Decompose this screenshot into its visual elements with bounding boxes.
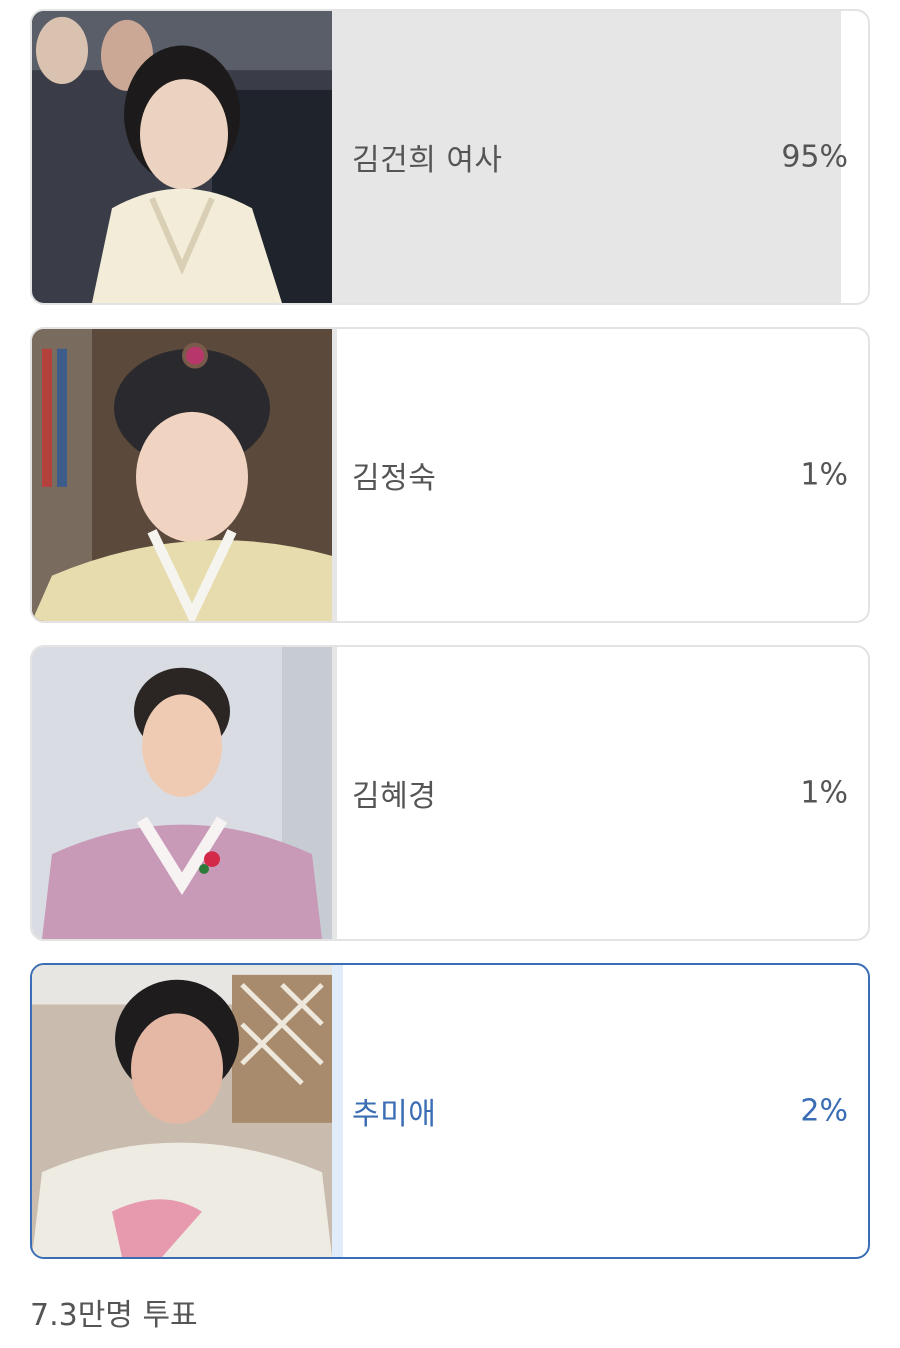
option-percent: 95% <box>781 139 848 175</box>
poll-option-2[interactable]: 김정숙 1% <box>30 327 870 623</box>
option-photo <box>32 11 332 303</box>
option-photo <box>32 965 332 1257</box>
option-label: 김건희 여사 <box>352 143 503 178</box>
option-label: 추미애 <box>352 1097 437 1132</box>
poll-option-3[interactable]: 김혜경 1% <box>30 645 870 941</box>
option-bar: 김건희 여사 95% <box>332 11 868 303</box>
poll-option-1[interactable]: 김건희 여사 95% <box>30 9 870 305</box>
option-bar: 추미애 2% <box>332 965 868 1257</box>
option-label: 김정숙 <box>352 461 437 496</box>
option-percent: 1% <box>800 775 848 811</box>
poll-options: 김건희 여사 95% 김정숙 1% 김혜경 1% 추미애 2% <box>30 9 870 1281</box>
option-fill <box>332 647 338 939</box>
option-photo <box>32 647 332 939</box>
option-percent: 1% <box>800 457 848 493</box>
poll-option-4[interactable]: 추미애 2% <box>30 963 870 1259</box>
option-fill <box>332 329 338 621</box>
option-bar: 김정숙 1% <box>332 329 868 621</box>
option-label: 김혜경 <box>352 779 437 814</box>
option-percent: 2% <box>800 1093 848 1129</box>
option-bar: 김혜경 1% <box>332 647 868 939</box>
option-photo <box>32 329 332 621</box>
total-votes: 7.3만명 투표 <box>30 1298 198 1333</box>
option-fill <box>332 965 343 1257</box>
